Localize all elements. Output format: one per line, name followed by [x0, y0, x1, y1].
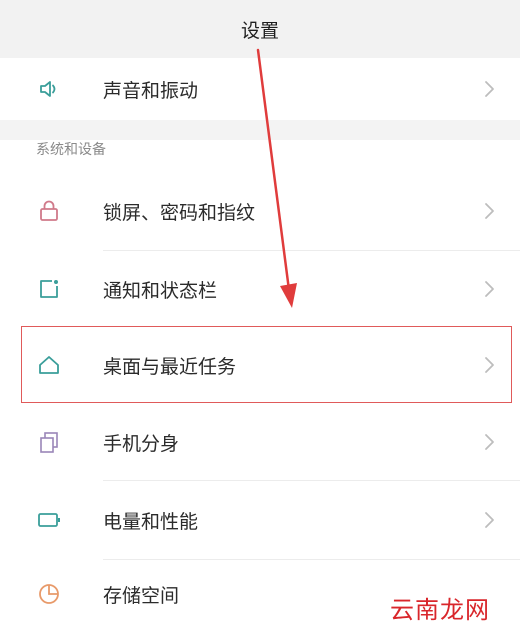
annotation-arrow: [256, 48, 297, 308]
watermark-text: 云南龙网: [386, 590, 494, 625]
